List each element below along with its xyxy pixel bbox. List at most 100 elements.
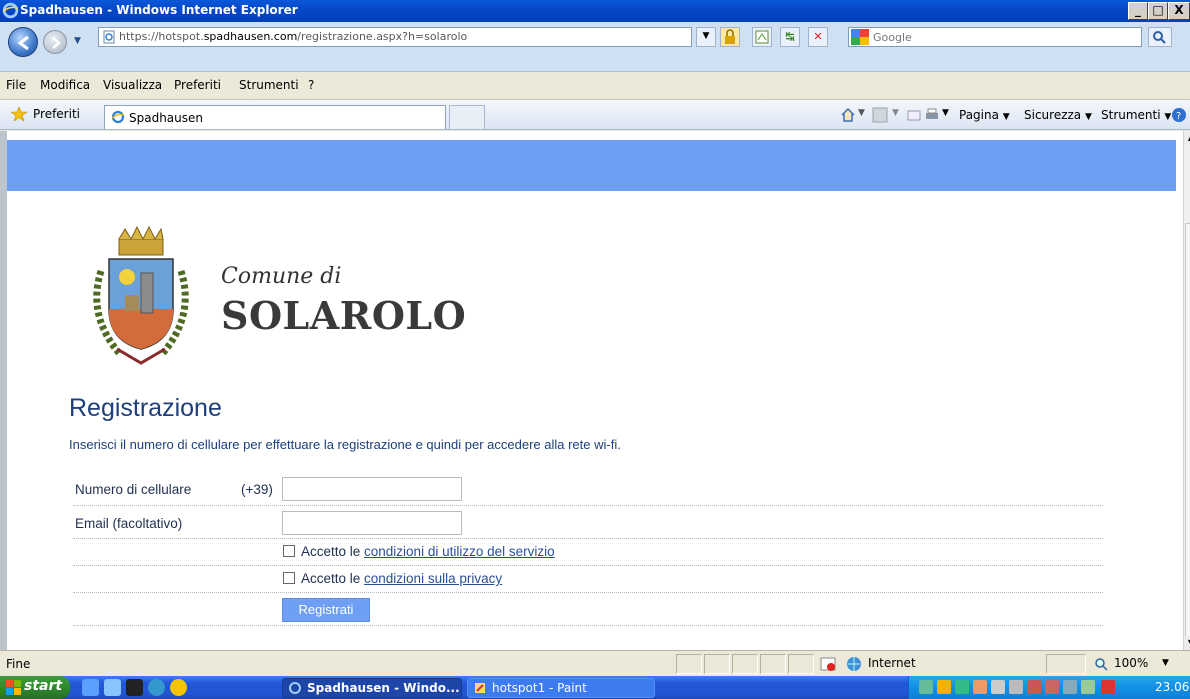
scroll-thumb[interactable]: [1185, 223, 1190, 650]
system-tray: 23.06: [908, 676, 1190, 699]
safety-menu-label: Sicurezza: [1024, 108, 1082, 122]
register-button[interactable]: Registrati: [282, 598, 370, 622]
tray-sync-icon[interactable]: [991, 680, 1005, 694]
status-cell: [732, 654, 758, 674]
phone-label: Numero di cellulare: [75, 482, 192, 497]
tray-network-icon[interactable]: [955, 680, 969, 694]
email-input[interactable]: [282, 511, 462, 535]
url-prefix: https://hotspot.: [119, 30, 204, 43]
history-dropdown-icon[interactable]: ▼: [74, 36, 84, 46]
search-placeholder: Google: [873, 31, 912, 44]
scroll-down-icon[interactable]: ▼: [1184, 636, 1190, 650]
task-ie-window[interactable]: Spadhausen - Windo...: [282, 678, 462, 698]
tray-clock-sync-icon[interactable]: [1081, 680, 1095, 694]
lock-icon[interactable]: [720, 27, 740, 47]
windows-taskbar: start Spadhausen - Windo... hotspot1 - P…: [0, 676, 1190, 699]
back-button[interactable]: [8, 27, 38, 57]
windows-flag-icon: [6, 680, 21, 695]
address-field[interactable]: https://hotspot.spadhausen.com/registraz…: [98, 27, 692, 47]
page-menu-label: Pagina: [959, 108, 999, 122]
new-tab-button[interactable]: [449, 105, 485, 129]
tray-alert-icon[interactable]: [1101, 680, 1115, 694]
magnifier-icon: [1153, 31, 1166, 44]
help-icon[interactable]: ?: [1171, 107, 1187, 123]
quicklaunch-ie-icon[interactable]: [82, 679, 99, 696]
menu-modifica[interactable]: Modifica: [40, 78, 90, 92]
tray-volume-icon[interactable]: [1009, 680, 1023, 694]
minimize-button[interactable]: _: [1128, 2, 1148, 20]
menu-preferiti[interactable]: Preferiti: [174, 78, 221, 92]
status-cell: [676, 654, 702, 674]
close-button[interactable]: X: [1168, 2, 1190, 20]
window-title-bar: Spadhausen - Windows Internet Explorer _…: [0, 0, 1190, 22]
terms-checkbox[interactable]: [283, 545, 295, 557]
quicklaunch-messenger-icon[interactable]: [170, 679, 187, 696]
tools-menu[interactable]: Strumenti ▼: [1101, 108, 1171, 122]
tab-spadhausen[interactable]: Spadhausen: [104, 105, 446, 129]
phone-input[interactable]: [282, 477, 462, 501]
maximize-button[interactable]: □: [1148, 2, 1168, 20]
zoom-dropdown-icon[interactable]: ▼: [1162, 658, 1169, 668]
safety-menu[interactable]: Sicurezza ▼: [1024, 108, 1092, 122]
tray-network-disconnected-icon[interactable]: [1045, 680, 1059, 694]
zoom-level[interactable]: 100%: [1114, 656, 1148, 670]
stop-icon[interactable]: ✕: [808, 27, 828, 47]
print-icon[interactable]: [924, 107, 940, 123]
form-row-divider: [73, 592, 1103, 593]
mail-icon[interactable]: [906, 107, 922, 123]
popup-blocked-icon[interactable]: [820, 657, 836, 671]
home-icon[interactable]: [840, 107, 856, 123]
search-button[interactable]: [1148, 27, 1172, 47]
favorites-star-icon[interactable]: [11, 107, 27, 121]
task-paint-label: hotspot1 - Paint: [492, 681, 587, 695]
menu-file[interactable]: File: [6, 78, 26, 92]
ie-page-icon: [111, 110, 125, 124]
page-icon: [103, 30, 115, 44]
scroll-up-icon[interactable]: ▲: [1184, 131, 1190, 145]
tray-users-icon[interactable]: [973, 680, 987, 694]
tray-network-warning-icon[interactable]: [1027, 680, 1041, 694]
tray-app-icon[interactable]: [919, 680, 933, 694]
search-field[interactable]: Google: [848, 27, 1142, 47]
form-row-divider: [73, 538, 1103, 539]
task-paint-window[interactable]: hotspot1 - Paint: [467, 678, 655, 698]
refresh-icon[interactable]: ↹: [780, 27, 800, 47]
menu-bar: File Modifica Visualizza Preferiti Strum…: [0, 72, 1190, 100]
menu-visualizza[interactable]: Visualizza: [103, 78, 162, 92]
address-toolbar: ▼ https://hotspot.spadhausen.com/registr…: [0, 22, 1190, 72]
vertical-scrollbar[interactable]: ▲ ▼: [1183, 131, 1190, 650]
tray-shield-icon[interactable]: [937, 680, 951, 694]
address-dropdown-icon[interactable]: ▼: [696, 27, 716, 47]
start-button[interactable]: start: [0, 676, 70, 699]
feeds-dropdown-icon[interactable]: ▼: [892, 108, 899, 118]
feeds-icon[interactable]: [872, 107, 888, 123]
tools-menu-label: Strumenti: [1101, 108, 1161, 122]
page-menu[interactable]: Pagina ▼: [959, 108, 1010, 122]
status-text: Fine: [6, 657, 31, 671]
quicklaunch-explorer-icon[interactable]: [104, 679, 121, 696]
web-page: Comune di SOLAROLO Registrazione Inseris…: [0, 131, 1190, 650]
town-name: SOLAROLO: [221, 293, 467, 338]
protected-mode-cell[interactable]: [1046, 654, 1086, 674]
tab-label: Spadhausen: [129, 111, 204, 125]
privacy-checkbox[interactable]: [283, 572, 295, 584]
phone-prefix: (+39): [241, 482, 273, 497]
menu-strumenti[interactable]: Strumenti: [239, 78, 299, 92]
print-dropdown-icon[interactable]: ▼: [942, 108, 949, 118]
privacy-prefix: Accetto le: [301, 571, 365, 586]
terms-link[interactable]: condizioni di utilizzo del servizio: [364, 544, 555, 559]
header-banner: [7, 140, 1176, 191]
taskbar-clock[interactable]: 23.06: [1155, 680, 1189, 694]
quicklaunch-cmd-icon[interactable]: [126, 679, 143, 696]
compatibility-view-icon[interactable]: [752, 27, 772, 47]
menu-help[interactable]: ?: [308, 78, 314, 92]
privacy-link[interactable]: condizioni sulla privacy: [364, 571, 502, 586]
home-dropdown-icon[interactable]: ▼: [858, 108, 865, 118]
quicklaunch-media-icon[interactable]: [148, 679, 165, 696]
favorites-label[interactable]: Preferiti: [33, 107, 80, 121]
terms-label: Accetto le condizioni di utilizzo del se…: [301, 544, 555, 559]
ie-task-icon: [289, 682, 301, 694]
forward-button[interactable]: [43, 30, 67, 54]
tray-monitor-icon[interactable]: [1063, 680, 1077, 694]
status-cell: [704, 654, 730, 674]
